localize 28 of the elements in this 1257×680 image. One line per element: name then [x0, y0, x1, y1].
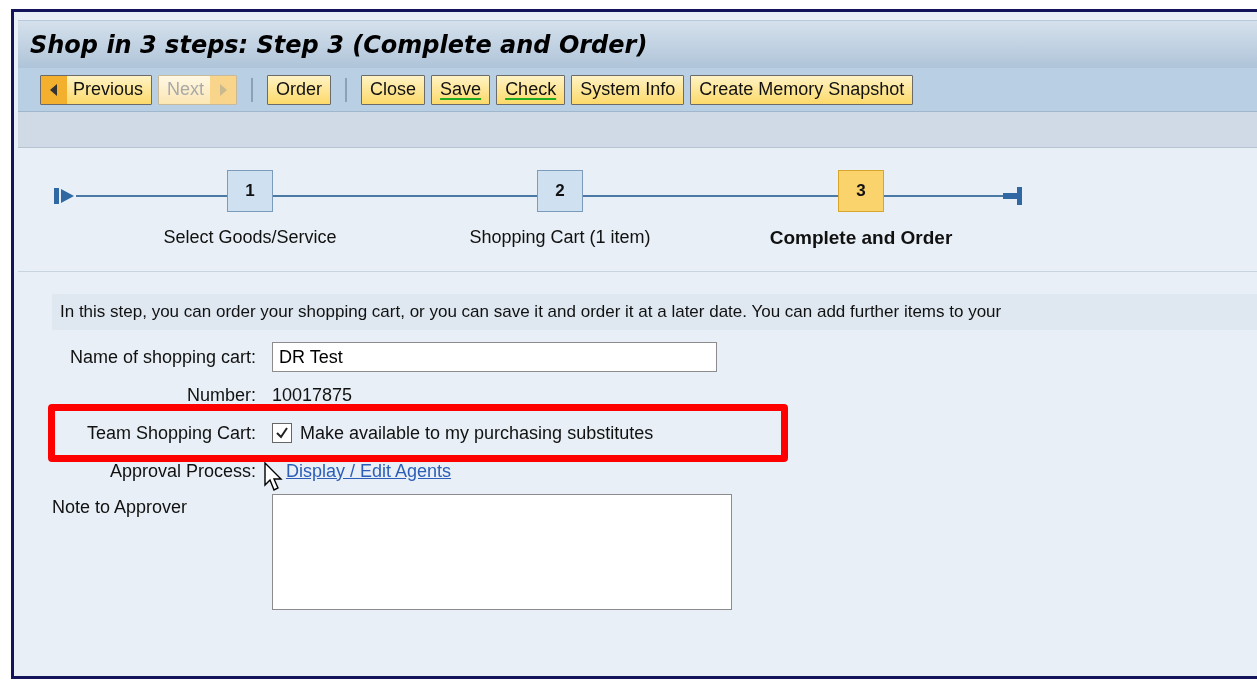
step-number[interactable]: 3 [838, 170, 884, 212]
step-label: Select Goods/Service [163, 226, 337, 249]
toolbar-button[interactable]: Order [267, 74, 332, 105]
toolbar-button[interactable]: Check [496, 74, 566, 105]
step-number[interactable]: 1 [227, 170, 273, 212]
toolbar-button[interactable]: System Info [571, 74, 685, 105]
checkbox-label: Make available to my purchasing substitutes [300, 421, 654, 445]
step-label: Shopping Cart (1 item) [469, 226, 651, 249]
checkbox[interactable] [272, 423, 292, 443]
field-label: Team Shopping Cart: [85, 421, 257, 445]
toolbar-button[interactable]: Create Memory Snapshot [690, 74, 914, 105]
cart-number: 10017875 [272, 383, 353, 407]
step-number[interactable]: 2 [537, 170, 583, 212]
field-label: Number: [185, 383, 257, 407]
field-label: Approval Process: [108, 459, 257, 483]
cart-name-field[interactable]: DR Test [272, 342, 717, 372]
end-icon [1003, 186, 1023, 206]
note-field[interactable] [272, 494, 732, 610]
step-label: Complete and Order [769, 226, 953, 250]
field-label: Note to Approver [52, 496, 189, 519]
cursor-icon [264, 461, 284, 492]
field-label: Name of shopping cart: [68, 345, 257, 369]
toolbar-button[interactable]: Close [361, 74, 426, 105]
info-text: In this step, you can order your shopping cart, or you can save it and order it at a later date. You can add further items to your [52, 294, 1257, 330]
agents-link[interactable]: Display / Edit Agents [286, 460, 452, 481]
toolbar-button[interactable]: Save [431, 74, 491, 105]
window-title: Shop in 3 steps: Step 3 (Complete and Order) [30, 29, 648, 61]
previous-button[interactable]: Previous [40, 74, 153, 105]
